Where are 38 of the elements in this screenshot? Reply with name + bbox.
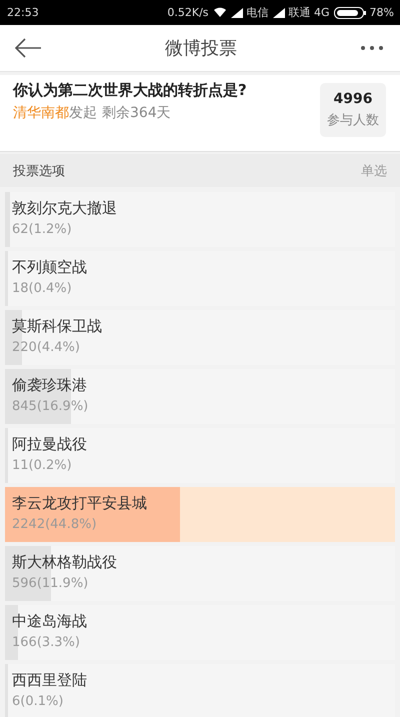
option-label: 斯大林格勒战役 [12,553,118,572]
option-result: 6(0.1%) [12,694,64,709]
option-result: 11(0.2%) [12,458,73,473]
option-result: 18(0.4%) [12,281,73,296]
carrier-name: 电信 [246,5,269,20]
started-label: 发起 [69,104,97,122]
poll-question: 你认为第二次世界大战的转折点是? [13,81,247,100]
more-icon[interactable] [360,45,384,51]
network-speed: 0.52K/s [167,6,209,19]
option-result: 166(3.3%) [12,635,81,650]
option-label: 阿拉曼战役 [12,435,88,454]
carrier-name: 联通 4G [288,5,330,20]
option-result: 845(16.9%) [12,399,90,414]
page-title: 微博投票 [165,37,237,60]
remaining-time: 剩余364天 [102,104,171,122]
vote-option[interactable]: 李云龙攻打平安县城 2242(44.8%) [5,487,395,542]
signal-icon [272,8,285,18]
status-time: 22:53 [7,6,39,19]
option-label: 李云龙攻打平安县城 [12,494,148,513]
back-arrow-icon[interactable] [14,38,42,58]
section-title: 投票选项 [13,162,65,180]
option-result: 220(4.4%) [12,340,81,355]
option-result: 596(11.9%) [12,576,90,591]
wifi-icon [212,7,227,18]
participant-count: 4996 [334,91,372,107]
vote-mode: 单选 [361,162,387,180]
signal-icon [230,8,243,18]
option-label: 莫斯科保卫战 [12,317,103,336]
option-label: 偷袭珍珠港 [12,376,88,395]
option-label: 敦刻尔克大撤退 [12,199,118,218]
option-label: 不列颠空战 [12,258,88,277]
option-result: 62(1.2%) [12,222,73,237]
battery-icon [334,6,366,18]
option-label: 西西里登陆 [12,671,88,690]
option-result: 2242(44.8%) [12,517,98,532]
option-label: 中途岛海战 [12,612,88,631]
participant-label: 参与人数 [327,112,379,129]
battery-level: 78% [370,6,394,19]
